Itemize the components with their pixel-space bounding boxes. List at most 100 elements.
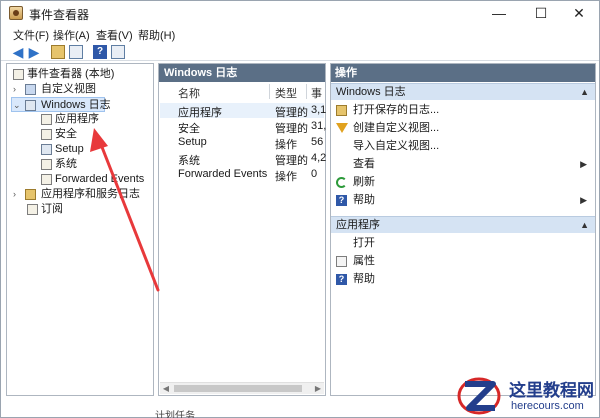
expand-caret-icon[interactable]: › xyxy=(13,82,21,97)
collapse-chevron-icon[interactable]: ▲ xyxy=(580,84,589,100)
action-label: 刷新 xyxy=(353,176,375,188)
expand-caret-icon[interactable]: › xyxy=(13,187,21,202)
cell-count: 4,2 xyxy=(311,152,327,164)
scroll-left-arrow-icon[interactable]: ◀ xyxy=(160,383,172,395)
cell-count: 3,1 xyxy=(311,104,327,116)
column-header-name[interactable]: 名称 xyxy=(178,85,200,101)
action-refresh[interactable]: 刷新 xyxy=(331,173,595,191)
log-icon xyxy=(41,114,52,125)
watermark-title: 这里教程网 xyxy=(509,381,594,401)
action-label: 创建自定义视图... xyxy=(353,122,440,134)
actions-section-application[interactable]: 应用程序 ▲ xyxy=(331,216,595,233)
menu-file[interactable]: 文件(F) xyxy=(13,27,49,43)
action-open-saved-log[interactable]: 打开保存的日志... xyxy=(331,101,595,119)
show-hide-action-pane-icon[interactable] xyxy=(111,45,125,59)
column-separator[interactable] xyxy=(306,84,307,99)
action-view[interactable]: 查看 ▶ xyxy=(331,155,595,173)
navigation-tree: 事件查看器 (本地) › 自定义视图 ⌄ Windows 日志 应用程序 安全 … xyxy=(6,63,154,396)
cell-name: 安全 xyxy=(178,123,200,135)
tree-item-label: 安全 xyxy=(55,128,77,140)
menu-action[interactable]: 操作(A) xyxy=(53,27,90,43)
pane-title: Windows 日志 xyxy=(159,64,325,82)
window-title: 事件查看器 xyxy=(29,8,90,22)
maximize-button[interactable]: ☐ xyxy=(521,1,561,25)
title-bar: 事件查看器 — ☐ ✕ xyxy=(1,1,599,25)
folder-icon xyxy=(25,189,36,200)
action-open[interactable]: 打开 xyxy=(331,234,595,252)
tree-item-windows-logs[interactable]: ⌄ Windows 日志 xyxy=(11,97,111,113)
actions-pane: 操作 Windows 日志 ▲ 打开保存的日志... 创建自定义视图... 导入… xyxy=(330,63,596,396)
event-viewer-icon xyxy=(13,69,24,80)
column-header-type[interactable]: 类型 xyxy=(275,85,297,101)
action-help[interactable]: ? 帮助 ▶ xyxy=(331,191,595,209)
folder-icon xyxy=(336,105,347,116)
cell-type: 管理的 xyxy=(275,155,308,167)
collapse-chevron-icon[interactable]: ▲ xyxy=(580,217,589,233)
refresh-icon xyxy=(336,177,347,188)
toolbar: ◀ ▶ ? xyxy=(1,43,599,61)
action-label: 帮助 xyxy=(353,194,375,206)
menu-bar: 文件(F) 操作(A) 查看(V) 帮助(H) xyxy=(1,25,599,43)
minimize-button[interactable]: — xyxy=(479,1,519,25)
up-folder-icon[interactable] xyxy=(51,45,65,59)
action-create-custom-view[interactable]: 创建自定义视图... xyxy=(331,119,595,137)
action-help-app[interactable]: ? 帮助 xyxy=(331,270,595,288)
log-icon xyxy=(41,174,52,185)
horizontal-scrollbar[interactable]: ◀ ▶ xyxy=(160,382,324,394)
cell-count: 0 xyxy=(311,168,318,180)
menu-view[interactable]: 查看(V) xyxy=(96,27,133,43)
close-button[interactable]: ✕ xyxy=(559,1,599,25)
tree-item-label: 应用程序 xyxy=(55,113,99,125)
cell-type: 操作 xyxy=(275,139,297,151)
section-title: 应用程序 xyxy=(336,219,380,231)
subscriptions-icon xyxy=(27,204,38,215)
cell-count: 56 xyxy=(311,136,324,148)
section-title: Windows 日志 xyxy=(336,86,406,98)
action-label: 打开保存的日志... xyxy=(353,104,440,116)
cell-name: Forwarded Events xyxy=(178,168,268,180)
collapse-caret-icon[interactable]: ⌄ xyxy=(13,98,21,113)
cell-name: 系统 xyxy=(178,155,200,167)
tree-item-label: Windows 日志 xyxy=(41,99,111,111)
properties-icon xyxy=(336,256,347,267)
event-viewer-window: 事件查看器 — ☐ ✕ 文件(F) 操作(A) 查看(V) 帮助(H) ◀ ▶ … xyxy=(0,0,600,418)
watermark-logo-icon xyxy=(457,377,501,415)
actions-header: 操作 xyxy=(331,64,595,82)
cell-type: 管理的 xyxy=(275,107,308,119)
action-properties[interactable]: 属性 xyxy=(331,252,595,270)
event-viewer-app-icon xyxy=(9,6,23,20)
log-icon xyxy=(41,159,52,170)
cell-type: 管理的 xyxy=(275,123,308,135)
menu-help[interactable]: 帮助(H) xyxy=(138,27,175,43)
submenu-arrow-icon: ▶ xyxy=(580,159,587,169)
scrollbar-thumb[interactable] xyxy=(174,385,302,392)
action-label: 帮助 xyxy=(353,273,375,285)
log-icon xyxy=(41,129,52,140)
action-label: 查看 xyxy=(353,158,375,170)
tree-item-label: 应用程序和服务日志 xyxy=(41,188,140,200)
actions-section-windows-logs[interactable]: Windows 日志 ▲ xyxy=(331,83,595,100)
back-arrow-icon[interactable]: ◀ xyxy=(11,45,25,59)
help-icon: ? xyxy=(336,274,347,285)
partial-bottom-label: 计划任务 xyxy=(155,411,195,418)
help-icon[interactable]: ? xyxy=(93,45,107,59)
cell-name: 应用程序 xyxy=(178,107,222,119)
log-list-pane: Windows 日志 名称 类型 事 应用程序 管理的 3,1 安全 管理的 3… xyxy=(158,63,326,396)
filter-icon xyxy=(336,123,348,133)
show-hide-tree-icon[interactable] xyxy=(69,45,83,59)
cell-name: Setup xyxy=(178,136,207,148)
watermark: 这里教程网 herecours.com xyxy=(455,372,600,418)
tree-item-label: 订阅 xyxy=(41,203,63,215)
help-icon: ? xyxy=(336,195,347,206)
column-header-events[interactable]: 事 xyxy=(311,85,322,101)
forward-arrow-icon[interactable]: ▶ xyxy=(27,45,41,59)
action-import-custom-view[interactable]: 导入自定义视图... xyxy=(331,137,595,155)
scroll-right-arrow-icon[interactable]: ▶ xyxy=(312,383,324,395)
column-separator[interactable] xyxy=(269,84,270,99)
action-label: 导入自定义视图... xyxy=(353,140,440,152)
cell-type: 操作 xyxy=(275,171,297,183)
windows-logs-icon xyxy=(25,100,36,111)
tree-item-label: Forwarded Events xyxy=(55,173,145,185)
cell-count: 31, xyxy=(311,120,327,132)
tree-item-label: Setup xyxy=(55,143,84,155)
